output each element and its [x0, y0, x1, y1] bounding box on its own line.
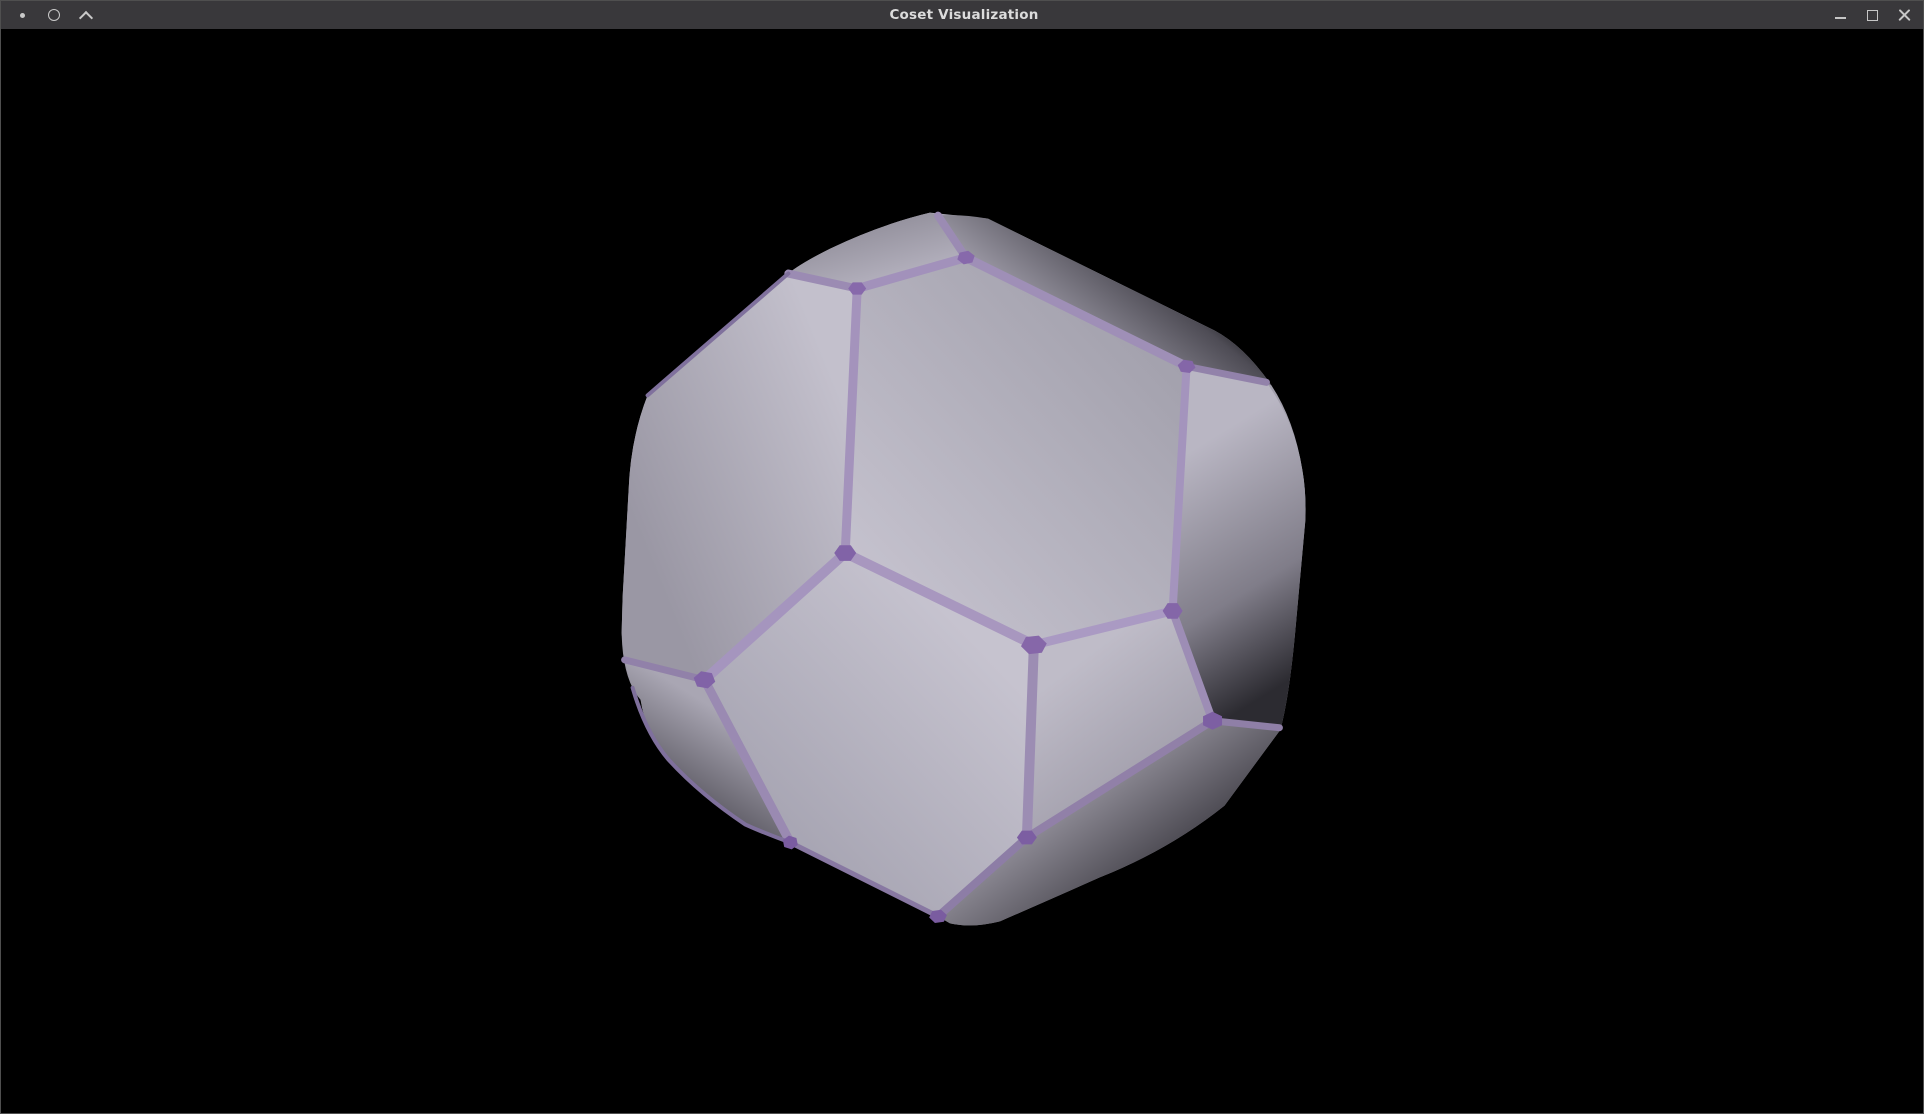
3d-viewport[interactable]	[1, 29, 1923, 1113]
maximize-icon	[1867, 10, 1878, 21]
close-button[interactable]	[1891, 3, 1917, 27]
titlebar[interactable]: Coset Visualization	[1, 1, 1923, 29]
dot-icon[interactable]	[11, 4, 33, 26]
close-icon	[1898, 9, 1911, 22]
window-title: Coset Visualization	[231, 7, 1697, 23]
minimize-icon	[1835, 17, 1846, 19]
titlebar-left-controls	[1, 4, 231, 26]
circle-icon[interactable]	[43, 4, 65, 26]
polyhedron-edge	[1027, 645, 1034, 838]
app-window: Coset Visualization	[0, 0, 1924, 1114]
titlebar-right-controls	[1697, 3, 1923, 27]
minimize-button[interactable]	[1827, 3, 1853, 27]
chevron-up-icon[interactable]	[75, 4, 97, 26]
maximize-button[interactable]	[1859, 3, 1885, 27]
coset-polyhedron[interactable]	[1, 29, 1923, 1113]
